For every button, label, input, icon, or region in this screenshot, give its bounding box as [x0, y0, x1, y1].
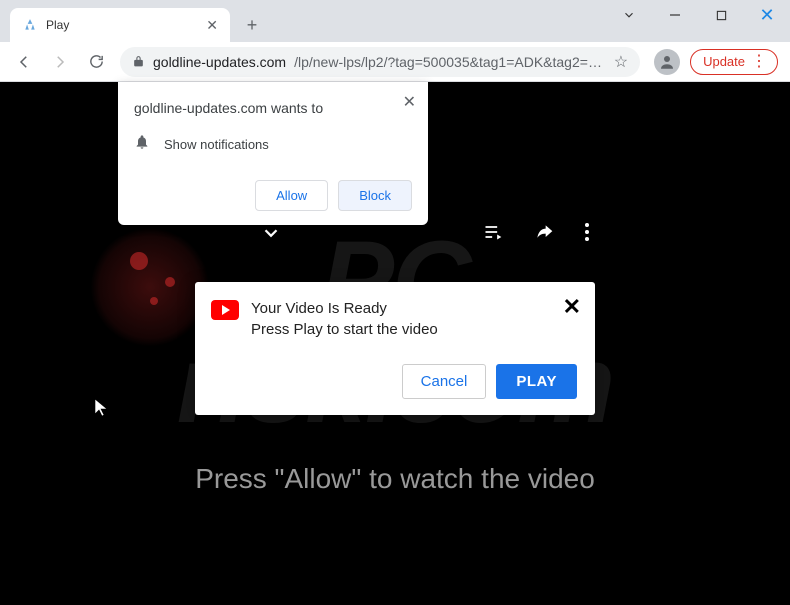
video-dialog-text: Your Video Is Ready Press Play to start …: [251, 298, 577, 340]
window-close-button[interactable]: ✕: [744, 0, 790, 30]
back-button[interactable]: [8, 46, 40, 78]
video-line1: Your Video Is Ready: [251, 298, 577, 319]
more-dots-icon[interactable]: [584, 222, 590, 248]
address-bar[interactable]: goldline-updates.com/lp/new-lps/lp2/?tag…: [120, 47, 640, 77]
watermark-dot: [150, 297, 158, 305]
profile-avatar[interactable]: [654, 49, 680, 75]
url-host: goldline-updates.com: [153, 54, 286, 70]
lock-icon: [132, 55, 145, 68]
tab-close-icon[interactable]: ✕: [206, 17, 218, 34]
url-path: /lp/new-lps/lp2/?tag=500035&tag1=ADK&tag…: [294, 54, 606, 70]
allow-button[interactable]: Allow: [255, 180, 328, 211]
window-controls: ✕: [606, 0, 790, 30]
notification-permission-dialog: ✕ goldline-updates.com wants to Show not…: [118, 82, 428, 225]
video-dialog-header: Your Video Is Ready Press Play to start …: [211, 298, 577, 340]
playlist-icon[interactable]: [482, 222, 504, 248]
new-tab-button[interactable]: +: [238, 11, 266, 39]
block-button[interactable]: Block: [338, 180, 412, 211]
permission-title: goldline-updates.com wants to: [134, 100, 412, 116]
watermark-dot: [165, 277, 175, 287]
tab-title: Play: [46, 18, 198, 32]
minimize-button[interactable]: [652, 0, 698, 30]
maximize-button[interactable]: [698, 0, 744, 30]
video-ready-dialog: ✕ Your Video Is Ready Press Play to star…: [195, 282, 595, 415]
browser-toolbar: goldline-updates.com/lp/new-lps/lp2/?tag…: [0, 42, 790, 82]
chevron-down-icon[interactable]: [260, 222, 282, 250]
dialog-close-icon[interactable]: ✕: [403, 92, 416, 112]
watermark-shape: [90, 227, 210, 347]
menu-dots-icon: ⋮: [751, 54, 767, 70]
video-line2: Press Play to start the video: [251, 319, 577, 340]
play-button[interactable]: PLAY: [496, 364, 577, 399]
bookmark-star-icon[interactable]: ☆: [614, 52, 628, 72]
page-content: PC risk.com ✕ goldline-updates.com wants…: [0, 82, 790, 605]
titlebar: Play ✕ + ✕: [0, 0, 790, 42]
tab-favicon-icon: [22, 17, 38, 33]
permission-item-row: Show notifications: [134, 134, 412, 154]
cancel-button[interactable]: Cancel: [402, 364, 487, 399]
content-action-icons: [482, 222, 590, 248]
bell-icon: [134, 134, 150, 154]
update-button[interactable]: Update ⋮: [690, 49, 778, 75]
permission-buttons: Allow Block: [134, 180, 412, 211]
browser-tab[interactable]: Play ✕: [10, 8, 230, 42]
cursor-icon: [94, 398, 110, 423]
watermark-dot: [130, 252, 148, 270]
share-icon[interactable]: [532, 222, 556, 248]
video-dialog-close-icon[interactable]: ✕: [563, 294, 581, 320]
instruction-text: Press "Allow" to watch the video: [0, 463, 790, 495]
update-label: Update: [703, 54, 745, 69]
youtube-icon: [211, 300, 239, 320]
reload-button[interactable]: [80, 46, 112, 78]
permission-item-label: Show notifications: [164, 137, 269, 152]
video-dialog-buttons: Cancel PLAY: [211, 364, 577, 399]
caret-down-icon[interactable]: [606, 0, 652, 30]
forward-button[interactable]: [44, 46, 76, 78]
